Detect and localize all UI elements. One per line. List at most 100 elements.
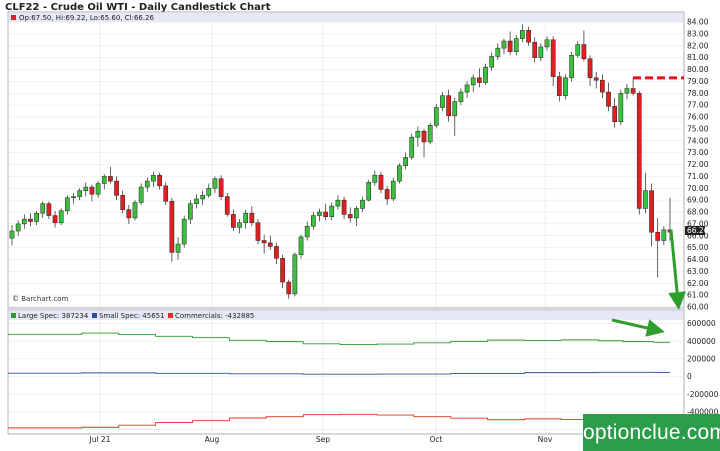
candle-body — [390, 180, 396, 200]
candle-body — [206, 188, 212, 196]
candle-body — [200, 195, 205, 200]
price-tick-label: 78.00 — [687, 89, 709, 98]
candle-body — [354, 208, 359, 219]
candle-body — [71, 196, 76, 198]
candle-body — [538, 46, 544, 58]
candle-body — [575, 44, 581, 56]
candle-body — [243, 212, 249, 223]
candle-body — [83, 186, 89, 191]
cot-tick-label: 200000 — [687, 354, 716, 363]
candle-body — [378, 174, 384, 190]
candle-body — [15, 223, 21, 232]
watermark: © Barchart.com — [12, 295, 69, 303]
candle-body — [655, 231, 661, 241]
candle-body — [175, 243, 181, 253]
price-tick-label: 61.00 — [687, 291, 709, 300]
price-tick-label: 70.00 — [687, 184, 709, 193]
candle-body — [636, 93, 642, 209]
candle-body — [224, 196, 230, 215]
candle-body — [600, 79, 605, 93]
candle-body — [157, 174, 162, 187]
candle-body — [101, 176, 107, 184]
price-tick-label: 72.00 — [687, 160, 709, 169]
candle-body — [40, 203, 46, 214]
candle-body — [501, 40, 507, 49]
candle-body — [544, 39, 550, 48]
candle-body — [34, 212, 39, 222]
price-tick-label: 75.00 — [687, 124, 709, 133]
candle-body — [403, 157, 408, 166]
candle-body — [495, 47, 501, 57]
candle-body — [470, 77, 476, 86]
candle-body — [526, 30, 531, 43]
price-tick-label: 83.00 — [687, 29, 709, 38]
price-tick-label: 73.00 — [687, 148, 709, 157]
candle-body — [261, 240, 267, 244]
candle-body — [9, 230, 15, 239]
candle-body — [477, 77, 482, 83]
price-tick-label: 74.00 — [687, 136, 709, 145]
candle-body — [298, 236, 304, 255]
cot-tick-label: -200000 — [687, 390, 719, 399]
price-tick-label: 84.00 — [687, 18, 709, 27]
candle-body — [643, 190, 648, 209]
candle-body — [384, 189, 390, 200]
candle-body — [144, 180, 150, 188]
candle-body — [341, 199, 347, 215]
ohlc-label: Op:67.50, Hi:69.22, Lo:65.60, Cl:66.26 — [19, 14, 155, 22]
candle-body — [452, 101, 458, 117]
price-tick-label: 76.00 — [687, 113, 709, 122]
candle-body — [138, 186, 144, 203]
candle-body — [335, 199, 341, 207]
date-tick-label: Aug — [205, 435, 220, 444]
brand-badge: optionclue.com — [583, 414, 720, 451]
candle-body — [464, 84, 470, 93]
candle-body — [440, 95, 445, 108]
last-price-label: 66.26 — [687, 226, 709, 235]
candle-body — [237, 222, 242, 228]
price-tick-label: 62.00 — [687, 279, 709, 288]
candle-body — [360, 199, 365, 209]
date-tick-label: Nov — [538, 435, 553, 444]
price-tick-label: 79.00 — [687, 77, 709, 86]
price-tick-label: 69.00 — [687, 196, 709, 205]
candle-body — [212, 178, 218, 189]
date-tick-label: Oct — [430, 435, 443, 444]
candle-body — [194, 198, 199, 204]
candle-body — [267, 242, 273, 247]
price-tick-label: 82.00 — [687, 41, 709, 50]
candle-body — [28, 218, 33, 222]
candle-body — [114, 180, 119, 196]
candle-body — [446, 95, 451, 117]
candle-body — [120, 195, 126, 210]
candle-body — [593, 77, 599, 81]
candle-body — [513, 38, 519, 52]
candle-body — [569, 55, 574, 79]
candle-body — [89, 186, 95, 195]
candle-body — [606, 91, 611, 107]
large-spec-legend: Large Spec: 387234 — [18, 312, 89, 320]
candle-body — [317, 211, 322, 216]
commercials-legend: Commercials: -432885 — [175, 312, 254, 320]
candle-body — [274, 246, 279, 259]
price-tick-label: 65.00 — [687, 243, 709, 252]
candle-body — [587, 58, 593, 79]
candle-body — [21, 218, 27, 225]
price-tick-label: 77.00 — [687, 101, 709, 110]
cot-tick-label: 400000 — [687, 337, 716, 346]
candle-body — [427, 125, 433, 143]
date-axis: Jul 21 Aug Sep Oct Nov — [89, 435, 553, 444]
price-tick-label: 71.00 — [687, 172, 709, 181]
candle-body — [581, 44, 587, 60]
small-spec-swatch — [92, 313, 97, 318]
candle-body — [231, 214, 236, 228]
candle-body — [520, 30, 525, 39]
candle-body — [489, 56, 495, 68]
candle-body — [52, 215, 58, 223]
small-spec-legend: Small Spec: 45651 — [99, 312, 165, 320]
candle-body — [65, 197, 70, 212]
candle-body — [255, 222, 261, 241]
candle-body — [415, 131, 421, 138]
candle-body — [77, 190, 82, 197]
candle-body — [108, 176, 113, 182]
